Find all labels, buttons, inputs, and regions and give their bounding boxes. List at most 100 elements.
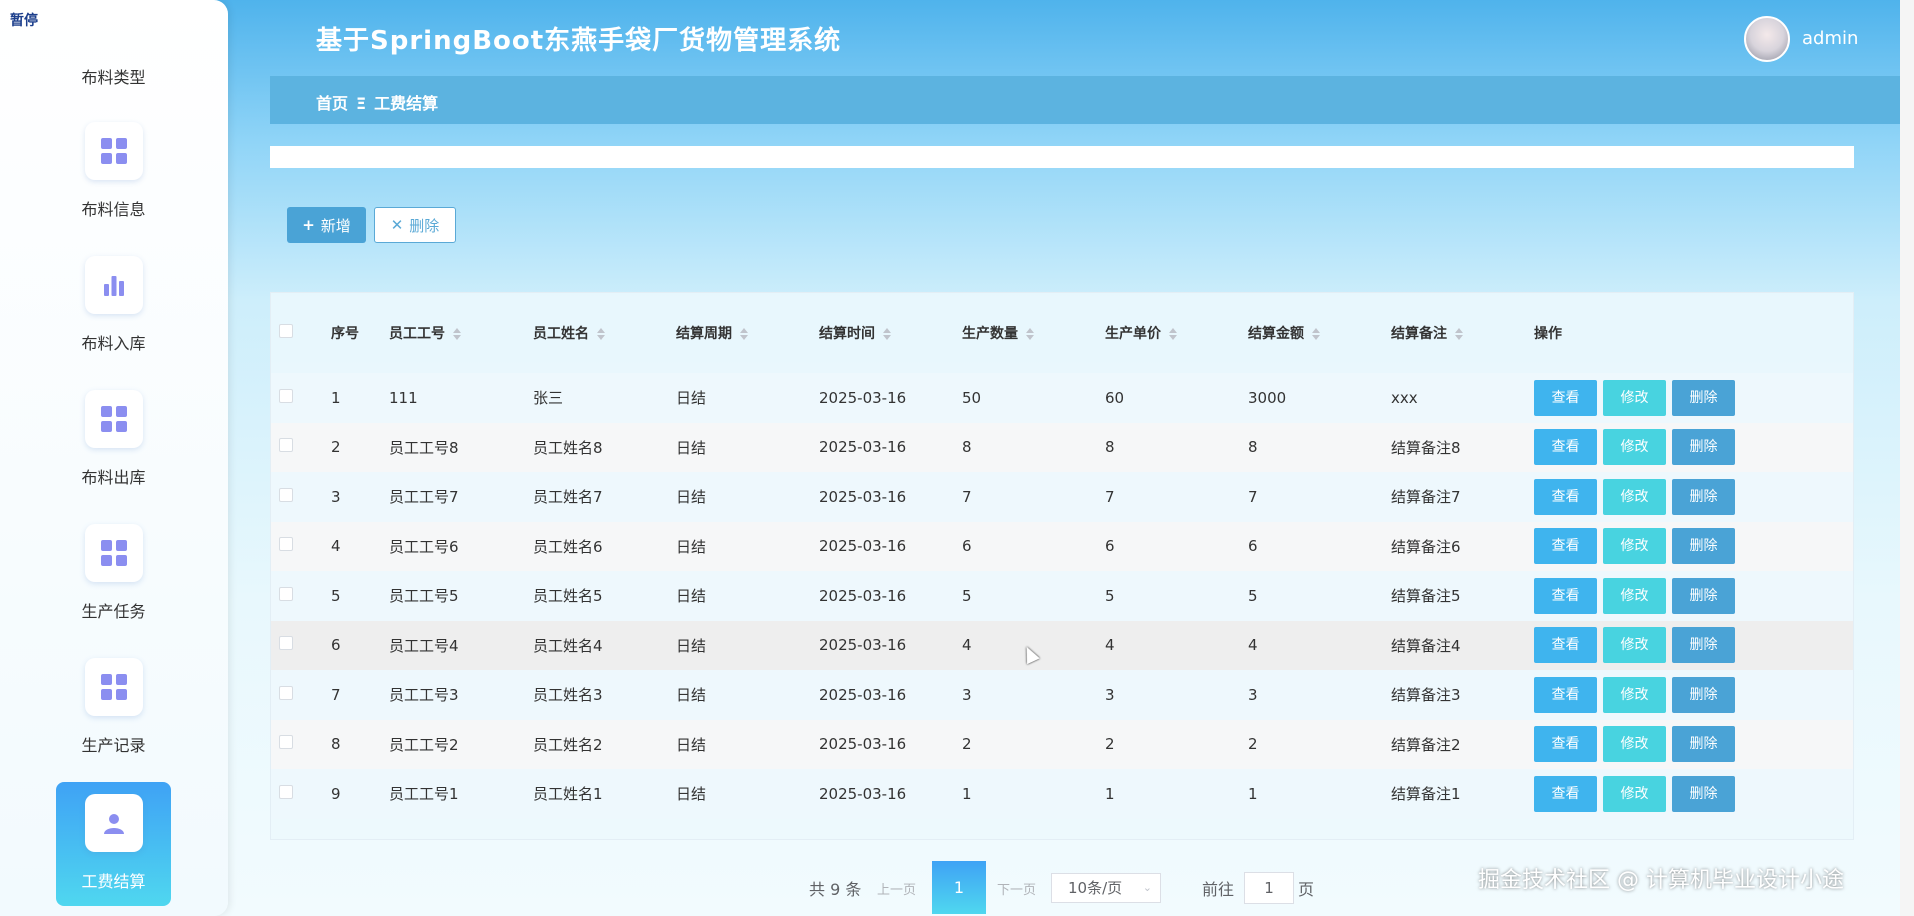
- column-header[interactable]: 结算时间: [819, 293, 962, 373]
- sort-icon: [883, 328, 891, 340]
- table-row[interactable]: 4 员工工号6 员工姓名6 日结 2025-03-16 6 6 6 结算备注6 查看 修改 删除: [271, 521, 1853, 571]
- breadcrumb-bar: 首页 Ξ 工费结算: [270, 76, 1900, 124]
- row-checkbox[interactable]: [279, 438, 293, 453]
- delete-button[interactable]: 删除: [1672, 478, 1735, 515]
- sidebar-item-label: 布料信息: [81, 200, 146, 219]
- goto-label: 前往: [1202, 880, 1235, 899]
- sidebar: 暂停 布料类型 布料信息 布料入库 布料出库 生产任务 生产记录 工费结算: [0, 0, 228, 916]
- delete-button[interactable]: 删除: [1672, 775, 1735, 812]
- edit-button[interactable]: 修改: [1603, 379, 1666, 416]
- table-cell: 4: [1248, 636, 1258, 655]
- goto-page-input[interactable]: 1: [1244, 872, 1294, 904]
- table-cell: 8: [1248, 438, 1258, 457]
- row-checkbox[interactable]: [279, 388, 293, 403]
- table-cell: 6: [1248, 537, 1258, 556]
- row-checkbox[interactable]: [279, 685, 293, 700]
- table-cell: 3: [1105, 685, 1115, 704]
- user-name[interactable]: admin: [1802, 28, 1858, 49]
- row-checkbox[interactable]: [279, 537, 293, 552]
- edit-button[interactable]: 修改: [1603, 429, 1666, 466]
- sidebar-item-fabric-outbound[interactable]: 布料出库: [56, 378, 171, 502]
- sidebar-item-label: 布料出库: [81, 468, 146, 487]
- edit-button[interactable]: 修改: [1603, 775, 1666, 812]
- view-button[interactable]: 查看: [1534, 676, 1597, 713]
- delete-button[interactable]: 删除: [1672, 528, 1735, 565]
- view-button[interactable]: 查看: [1534, 528, 1597, 565]
- grid-icon: [100, 406, 127, 432]
- plus-icon: +: [302, 216, 315, 234]
- column-header[interactable]: 员工姓名: [533, 293, 676, 373]
- sidebar-item-fabric-inbound[interactable]: 布料入库: [56, 244, 171, 368]
- row-checkbox[interactable]: [279, 487, 293, 502]
- table-cell: 2: [331, 438, 341, 457]
- row-checkbox[interactable]: [279, 636, 293, 651]
- edit-button[interactable]: 修改: [1603, 577, 1666, 614]
- batch-delete-button[interactable]: ✕ 删除: [374, 207, 456, 243]
- delete-button[interactable]: 删除: [1672, 726, 1735, 763]
- view-button[interactable]: 查看: [1534, 379, 1597, 416]
- pagination-next[interactable]: 下一页: [997, 879, 1036, 898]
- delete-button[interactable]: 删除: [1672, 379, 1735, 416]
- sort-icon: [1455, 328, 1463, 340]
- table-row[interactable]: 2 员工工号8 员工姓名8 日结 2025-03-16 8 8 8 结算备注8 查看 修改 删除: [271, 422, 1853, 472]
- column-header[interactable]: 结算备注: [1391, 293, 1534, 373]
- table-cell: 3: [1248, 685, 1258, 704]
- pagination-page-1[interactable]: 1: [932, 861, 986, 914]
- table-row[interactable]: 5 员工工号5 员工姓名5 日结 2025-03-16 5 5 5 结算备注5 查看 修改 删除: [271, 571, 1853, 621]
- sidebar-item-fabric-info[interactable]: 布料信息: [56, 110, 171, 234]
- table-cell: 4: [1105, 636, 1115, 655]
- table-cell: 日结: [676, 686, 707, 705]
- view-button[interactable]: 查看: [1534, 726, 1597, 763]
- table-cell: 5: [1105, 586, 1115, 605]
- breadcrumb-home[interactable]: 首页: [316, 94, 348, 113]
- sidebar-item-production-task[interactable]: 生产任务: [56, 512, 171, 636]
- table-cell: 2025-03-16: [819, 438, 907, 457]
- sort-icon: [1312, 328, 1320, 340]
- delete-button[interactable]: 删除: [1672, 429, 1735, 466]
- table-row[interactable]: 6 员工工号4 员工姓名4 日结 2025-03-16 4 4 4 结算备注4 查看 修改 删除: [271, 620, 1853, 670]
- row-checkbox[interactable]: [279, 735, 293, 750]
- page-size-select[interactable]: 10条/页 ⌄: [1051, 873, 1161, 903]
- view-button[interactable]: 查看: [1534, 627, 1597, 664]
- add-button[interactable]: + 新增: [287, 207, 366, 243]
- edit-button[interactable]: 修改: [1603, 726, 1666, 763]
- table-row[interactable]: 7 员工工号3 员工姓名3 日结 2025-03-16 3 3 3 结算备注3 查看 修改 删除: [271, 670, 1853, 720]
- pagination-prev[interactable]: 上一页: [877, 879, 916, 898]
- table-row[interactable]: 1 111 张三 日结 2025-03-16 50 60 3000 xxx 查看 修改 删除: [271, 373, 1853, 423]
- user-icon: [103, 814, 124, 834]
- view-button[interactable]: 查看: [1534, 429, 1597, 466]
- column-header[interactable]: 生产单价: [1105, 293, 1248, 373]
- app-title: 基于SpringBoot东燕手袋厂货物管理系统: [316, 26, 842, 56]
- table-cell: 员工工号1: [389, 785, 459, 804]
- view-button[interactable]: 查看: [1534, 478, 1597, 515]
- table-row[interactable]: 9 员工工号1 员工姓名1 日结 2025-03-16 1 1 1 结算备注1 查看 修改 删除: [271, 769, 1853, 819]
- page-scrollbar[interactable]: [1900, 0, 1914, 916]
- row-checkbox[interactable]: [279, 586, 293, 601]
- table-row[interactable]: 8 员工工号2 员工姓名2 日结 2025-03-16 2 2 2 结算备注2 查看 修改 删除: [271, 719, 1853, 769]
- table-row[interactable]: 3 员工工号7 员工姓名7 日结 2025-03-16 7 7 7 结算备注7 查看 修改 删除: [271, 472, 1853, 522]
- delete-button[interactable]: 删除: [1672, 577, 1735, 614]
- edit-button[interactable]: 修改: [1603, 627, 1666, 664]
- edit-button[interactable]: 修改: [1603, 478, 1666, 515]
- sort-icon: [740, 328, 748, 340]
- sidebar-item-production-record[interactable]: 生产记录: [56, 646, 171, 770]
- sidebar-item-labor-settlement[interactable]: 工费结算: [56, 782, 171, 906]
- view-button[interactable]: 查看: [1534, 775, 1597, 812]
- view-button[interactable]: 查看: [1534, 577, 1597, 614]
- column-header[interactable]: 结算周期: [676, 293, 819, 373]
- edit-button[interactable]: 修改: [1603, 676, 1666, 713]
- delete-button[interactable]: 删除: [1672, 627, 1735, 664]
- column-header[interactable]: 员工工号: [389, 293, 533, 373]
- select-all-checkbox[interactable]: [279, 324, 293, 338]
- edit-button[interactable]: 修改: [1603, 528, 1666, 565]
- table-cell: 7: [1248, 487, 1258, 506]
- row-checkbox[interactable]: [279, 784, 293, 799]
- table-cell: 日结: [676, 537, 707, 556]
- sort-icon: [1026, 328, 1034, 340]
- sidebar-item-fabric-type[interactable]: 布料类型: [56, 64, 171, 88]
- column-header[interactable]: 结算金额: [1248, 293, 1391, 373]
- avatar[interactable]: [1744, 16, 1790, 62]
- table-cell: 员工姓名8: [533, 438, 603, 457]
- column-header[interactable]: 生产数量: [962, 293, 1105, 373]
- delete-button[interactable]: 删除: [1672, 676, 1735, 713]
